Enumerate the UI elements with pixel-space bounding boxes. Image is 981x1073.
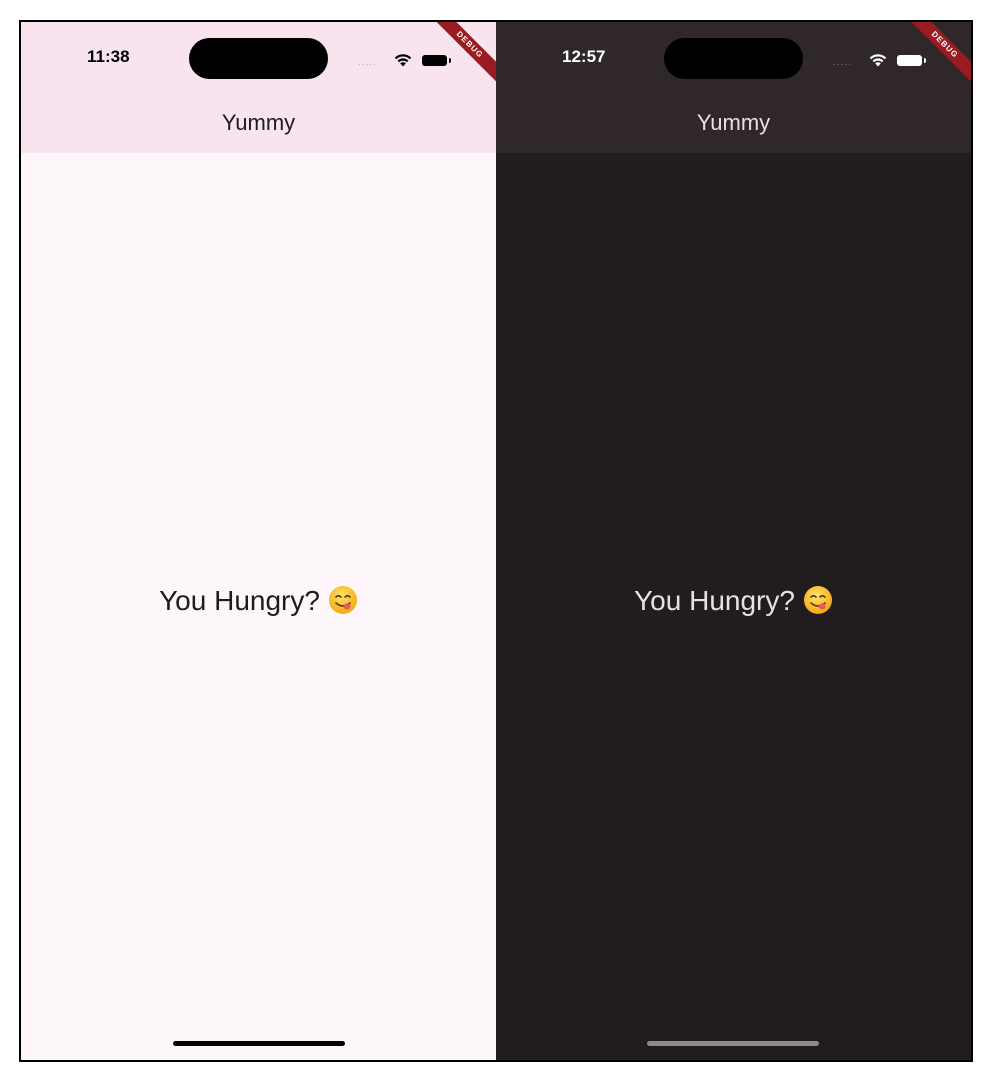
phone-screen-light: 11:38 ..... DEBUG Yummy You Hungry? — [21, 22, 496, 1060]
debug-label: DEBUG — [907, 22, 971, 86]
phone-screen-dark: 12:57 ..... DEBUG Yummy You Hungry? — [496, 22, 971, 1060]
signal-icon: ..... — [358, 57, 377, 68]
dynamic-island — [664, 38, 803, 79]
status-time: 11:38 — [87, 47, 130, 66]
dynamic-island — [189, 38, 328, 79]
wifi-icon — [394, 54, 412, 67]
hungry-message: You Hungry? — [21, 585, 496, 617]
app-bar-title: Yummy — [221, 110, 296, 135]
face-savoring-food-icon — [803, 586, 832, 614]
message-text: You Hungry? — [634, 585, 795, 616]
app-bar-title: Yummy — [696, 110, 771, 135]
screenshot-frame: 11:38 ..... DEBUG Yummy You Hungry? 12:5… — [19, 20, 973, 1062]
app-bar: 12:57 ..... DEBUG Yummy — [496, 22, 971, 153]
signal-icon: ..... — [833, 57, 852, 68]
debug-label: DEBUG — [432, 22, 496, 86]
hungry-message: You Hungry? — [496, 585, 971, 617]
face-savoring-food-icon — [328, 586, 357, 614]
message-text: You Hungry? — [159, 585, 320, 616]
app-bar: 11:38 ..... DEBUG Yummy — [21, 22, 496, 153]
wifi-icon — [869, 54, 887, 67]
home-indicator[interactable] — [647, 1041, 819, 1046]
home-indicator[interactable] — [173, 1041, 345, 1046]
debug-banner: DEBUG — [432, 22, 496, 86]
debug-banner: DEBUG — [907, 22, 971, 86]
status-time: 12:57 — [562, 47, 606, 66]
